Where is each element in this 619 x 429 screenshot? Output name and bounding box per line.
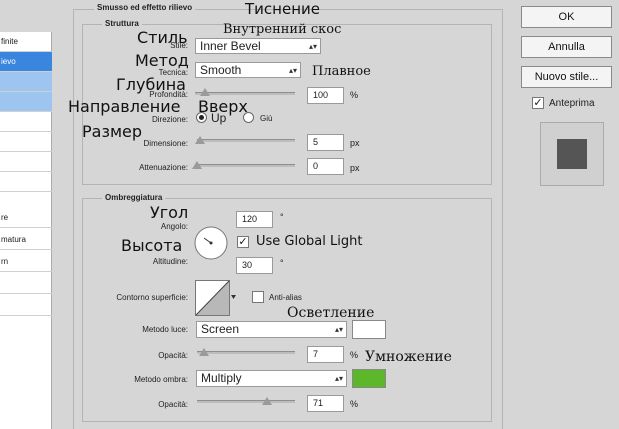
depth-slider[interactable] bbox=[195, 92, 295, 95]
highlight-color-swatch[interactable] bbox=[352, 320, 386, 339]
soften-label: Attenuazione: bbox=[139, 163, 188, 172]
annotation-angle: Угол bbox=[150, 203, 189, 222]
style-select-value: Inner Bevel bbox=[200, 39, 261, 53]
annotation-style: Стиль bbox=[137, 28, 188, 47]
chevron-updown-icon: ▴▾ bbox=[334, 374, 343, 383]
gloss-contour-picker[interactable] bbox=[195, 280, 237, 316]
antialias-checkbox[interactable] bbox=[252, 291, 264, 303]
highlight-opacity-label: Opacità: bbox=[158, 351, 188, 360]
style-item-color-overlay[interactable]: matura bbox=[0, 230, 52, 250]
size-slider[interactable] bbox=[197, 139, 295, 142]
annotation-title: Тиснение bbox=[245, 0, 320, 18]
chevron-updown-icon: ▴▾ bbox=[334, 325, 343, 334]
soften-unit: px bbox=[350, 163, 360, 173]
shadow-opacity-unit: % bbox=[350, 399, 359, 409]
highlight-opacity-input[interactable]: 7 bbox=[307, 346, 344, 363]
styles-list: finite ievo re matura rn bbox=[0, 32, 52, 429]
annotation-multiply: Умножение bbox=[365, 349, 452, 365]
shadow-mode-label: Metodo ombra: bbox=[134, 375, 188, 384]
highlight-mode-label: Metodo luce: bbox=[142, 325, 188, 334]
shadow-opacity-input[interactable]: 71 bbox=[307, 395, 344, 412]
style-select[interactable]: Inner Bevel ▴▾ bbox=[195, 38, 321, 54]
shadow-opacity-slider[interactable] bbox=[197, 400, 295, 403]
size-slider-thumb[interactable] bbox=[194, 136, 205, 144]
annotation-screen: Осветление bbox=[287, 305, 375, 321]
style-item-inner-glow[interactable]: re bbox=[0, 208, 52, 228]
chevron-updown-icon: ▴▾ bbox=[288, 66, 297, 75]
annotation-method: Метод bbox=[135, 51, 189, 70]
depth-unit: % bbox=[350, 90, 359, 100]
gloss-contour-label: Contorno superficie: bbox=[116, 293, 188, 302]
shadow-mode-select[interactable]: Multiply ▴▾ bbox=[196, 370, 347, 387]
style-item[interactable] bbox=[0, 132, 52, 152]
annotation-direction: Направление bbox=[68, 97, 181, 116]
chevron-updown-icon: ▴▾ bbox=[308, 42, 317, 51]
new-style-button[interactable]: Nuovo stile... bbox=[521, 66, 612, 88]
annotation-altitude: Высота bbox=[121, 236, 183, 255]
soften-input[interactable]: 0 bbox=[307, 158, 344, 175]
soften-slider[interactable] bbox=[197, 164, 295, 167]
style-item-texture[interactable] bbox=[0, 92, 52, 112]
annotation-size: Размер bbox=[82, 122, 143, 141]
shadow-mode-value: Multiply bbox=[201, 371, 242, 385]
depth-input[interactable]: 100 bbox=[307, 87, 344, 104]
style-item-pattern-overlay[interactable]: rn bbox=[0, 252, 52, 272]
depth-slider-thumb[interactable] bbox=[200, 88, 210, 96]
annotation-style-value: Внутренний скос bbox=[223, 22, 342, 37]
highlight-opacity-unit: % bbox=[350, 350, 359, 360]
preview-checkbox[interactable]: ✓ bbox=[532, 97, 544, 109]
highlight-mode-select[interactable]: Screen ▴▾ bbox=[196, 321, 347, 338]
annotation-depth: Глубина bbox=[116, 75, 186, 94]
preview-label: Anteprima bbox=[549, 98, 595, 109]
preview-thumbnail bbox=[540, 122, 604, 186]
shadow-opacity-thumb[interactable] bbox=[261, 397, 272, 405]
panel-title: Smusso ed effetto rilievo bbox=[94, 3, 196, 12]
highlight-opacity-slider[interactable] bbox=[197, 351, 295, 354]
altitude-label: Altitudine: bbox=[152, 257, 188, 266]
style-item-label: ievo bbox=[1, 57, 16, 66]
size-input[interactable]: 5 bbox=[307, 134, 344, 151]
shadow-opacity-label: Opacità: bbox=[158, 400, 188, 409]
ok-button[interactable]: OK bbox=[521, 6, 612, 28]
annotation-smooth: Плавное bbox=[312, 64, 371, 79]
shadow-color-swatch[interactable] bbox=[352, 369, 386, 388]
technique-select[interactable]: Smooth ▴▾ bbox=[195, 62, 301, 78]
global-light-checkbox[interactable]: ✓ bbox=[237, 236, 249, 248]
size-unit: px bbox=[350, 138, 360, 148]
angle-dial[interactable] bbox=[193, 225, 229, 261]
preview-square bbox=[557, 139, 587, 169]
technique-select-value: Smooth bbox=[200, 63, 242, 77]
highlight-opacity-thumb[interactable] bbox=[198, 348, 209, 356]
antialias-label: Anti-alias bbox=[269, 293, 302, 302]
style-item[interactable] bbox=[0, 172, 52, 192]
direction-down-label: Giù bbox=[260, 114, 273, 123]
style-item[interactable] bbox=[0, 112, 52, 132]
style-item[interactable] bbox=[0, 152, 52, 172]
angle-label: Angolo: bbox=[160, 222, 188, 231]
style-item[interactable] bbox=[0, 274, 52, 294]
angle-input[interactable]: 120 bbox=[236, 211, 273, 228]
style-item-label: finite bbox=[1, 37, 18, 46]
style-item-bevel-emboss[interactable]: ievo bbox=[0, 52, 52, 72]
cancel-button[interactable]: Annulla bbox=[521, 36, 612, 58]
shading-title: Ombreggiatura bbox=[102, 193, 166, 202]
altitude-input[interactable]: 30 bbox=[236, 257, 273, 274]
structure-title: Struttura bbox=[102, 19, 142, 28]
global-light-label: Use Global Light bbox=[256, 234, 363, 249]
highlight-mode-value: Screen bbox=[201, 322, 240, 336]
annotation-up: Вверх bbox=[198, 97, 248, 116]
style-item-satin[interactable]: finite bbox=[0, 32, 52, 52]
soften-slider-thumb[interactable] bbox=[192, 161, 202, 169]
angle-unit: ° bbox=[280, 212, 284, 222]
altitude-unit: ° bbox=[280, 258, 284, 268]
style-item-contour[interactable] bbox=[0, 72, 52, 92]
style-item[interactable] bbox=[0, 296, 52, 316]
